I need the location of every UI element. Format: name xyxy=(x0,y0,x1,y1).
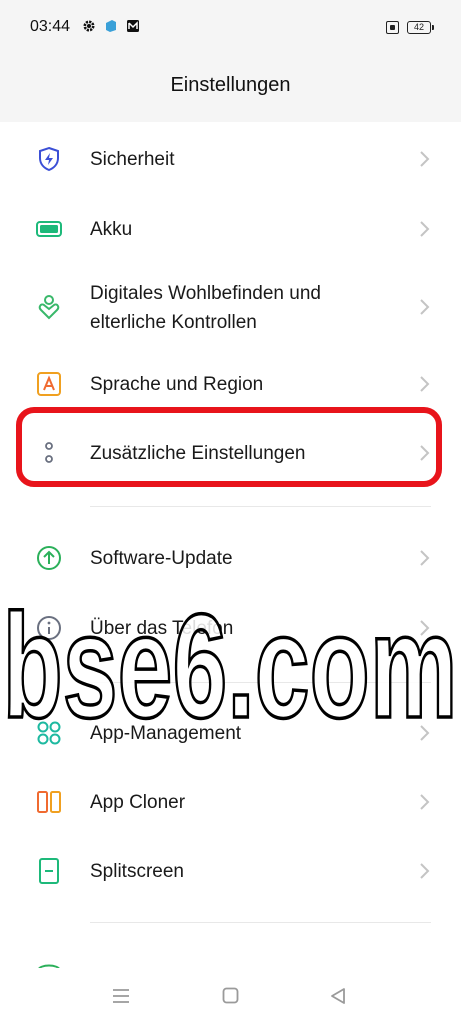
chevron-right-icon xyxy=(420,221,430,237)
battery-icon xyxy=(36,221,62,237)
settings-item-splitscreen[interactable]: Splitscreen xyxy=(0,838,461,904)
status-time: 03:44 xyxy=(30,18,71,35)
watermark-text: bse6.com xyxy=(3,585,458,745)
chevron-right-icon xyxy=(420,151,430,167)
settings-item-label: App Cloner xyxy=(90,792,186,813)
person-heart-icon xyxy=(38,295,60,320)
chevron-right-icon xyxy=(420,299,430,315)
highlight-box xyxy=(16,407,442,487)
settings-item-digitales-wohlbefinden[interactable]: Digitales Wohlbefinden und elterliche Ko… xyxy=(0,266,461,352)
settings-item-label-line1: Digitales Wohlbefinden und xyxy=(90,283,321,304)
chevron-right-icon xyxy=(420,863,430,879)
settings-item-akku[interactable]: Akku xyxy=(0,196,461,262)
chevron-right-icon xyxy=(420,376,430,392)
section-divider xyxy=(90,506,431,507)
settings-item-label: Software-Update xyxy=(90,548,233,569)
section-divider xyxy=(90,922,431,923)
app-icon xyxy=(106,20,116,32)
settings-item-app-cloner[interactable]: App Cloner xyxy=(0,769,461,835)
menu-icon[interactable] xyxy=(112,988,130,1004)
back-icon[interactable] xyxy=(330,987,346,1005)
status-bar: 03:44 42 xyxy=(0,0,461,56)
settings-item-sicherheit[interactable]: Sicherheit xyxy=(0,126,461,192)
settings-item-software-update[interactable]: Software-Update xyxy=(0,526,461,592)
update-arrow-icon xyxy=(37,546,61,570)
home-icon[interactable] xyxy=(222,987,239,1004)
app-cloner-icon xyxy=(37,791,61,813)
shield-bolt-icon xyxy=(39,146,59,172)
battery-icon: 42 xyxy=(407,21,434,34)
mail-icon xyxy=(127,20,139,32)
splitscreen-icon xyxy=(39,858,59,884)
chevron-right-icon xyxy=(420,794,430,810)
watermark: bse6.com xyxy=(1,585,460,745)
settings-item-label-line2: elterliche Kontrollen xyxy=(90,312,257,333)
page-title: Einstellungen xyxy=(170,74,291,96)
header: Einstellungen xyxy=(0,56,461,122)
settings-item-label: Splitscreen xyxy=(90,861,184,882)
chevron-right-icon xyxy=(420,550,430,566)
settings-item-label: Akku xyxy=(90,219,133,240)
nav-bar xyxy=(0,968,461,1024)
sim-icon xyxy=(386,21,399,34)
language-a-icon xyxy=(37,372,61,396)
settings-item-label: Sprache und Region xyxy=(90,374,264,395)
settings-item-label: Sicherheit xyxy=(90,149,175,170)
gear-icon xyxy=(83,20,95,32)
